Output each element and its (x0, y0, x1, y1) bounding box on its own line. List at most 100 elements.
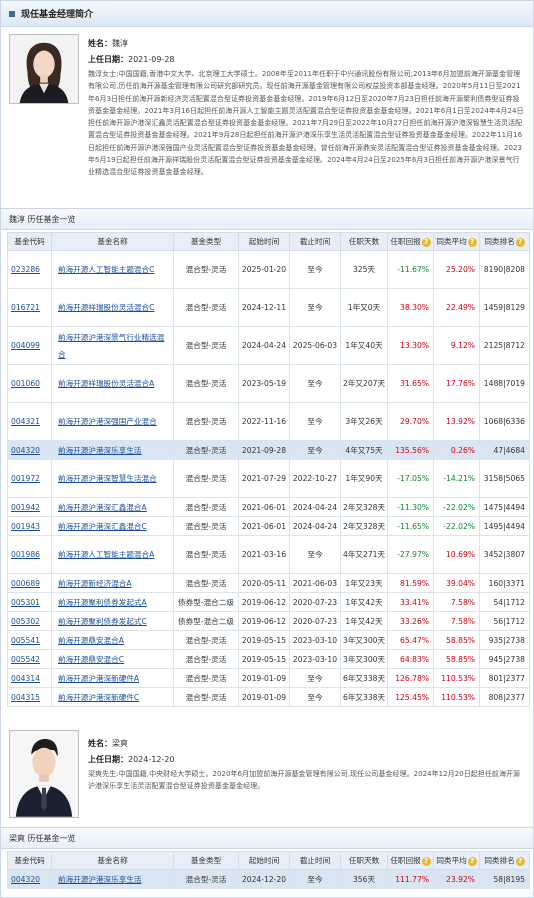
tenure-return: 126.78% (387, 668, 434, 688)
fund-code-link[interactable]: 005301 (7, 592, 52, 612)
peer-average: 110.53% (433, 668, 480, 688)
fund-name-link[interactable]: 前海开源聚利债券发起式A (51, 592, 174, 612)
fund-name-link[interactable]: 前海开源祥瑞股份灵活混合A (51, 364, 174, 403)
start-date: 2021-09-28 (128, 55, 175, 64)
fund-name-link[interactable]: 前海开源祥瑞股份灵活混合C (51, 288, 174, 327)
fund-name-link[interactable]: 前海开源沪港深乐享生活 (51, 440, 174, 460)
fund-code-link[interactable]: 001060 (7, 364, 52, 403)
fund-type: 混合型-灵活 (173, 687, 239, 707)
question-icon[interactable]: ? (515, 237, 525, 247)
fund-name-link[interactable]: 前海开源人工智能主题混合C (51, 250, 174, 289)
tenure-days: 1年又42天 (340, 611, 388, 631)
tenure-days: 356天 (340, 869, 388, 889)
fund-code-link[interactable]: 005541 (7, 630, 52, 650)
fund-code-link[interactable]: 004315 (7, 687, 52, 707)
column-header: 基金类型 (173, 851, 239, 870)
fund-name-link[interactable]: 前海开源沪港深智慧生活混合 (51, 459, 174, 498)
fund-name-link[interactable]: 前海开源沪港深汇鑫混合C (51, 516, 174, 536)
fund-name-link[interactable]: 前海开源人工智能主题混合A (51, 535, 174, 574)
end-date: 2022-10-27 (289, 459, 341, 498)
panel-title: 现任基金经理简介 (21, 10, 94, 20)
fund-code-link[interactable]: 023286 (7, 250, 52, 289)
end-date: 至今 (289, 440, 341, 460)
tenure-return: 125.45% (387, 687, 434, 707)
start-date: 2024-12-20 (128, 755, 175, 764)
start-date: 2019-01-09 (238, 668, 290, 688)
fund-name-link[interactable]: 前海开源聚利债券发起式C (51, 611, 174, 631)
end-date: 至今 (289, 535, 341, 574)
column-header: 任职天数 (340, 232, 388, 251)
fund-code-link[interactable]: 004314 (7, 668, 52, 688)
fund-code-link[interactable]: 001942 (7, 497, 52, 517)
fund-code-link[interactable]: 004320 (7, 440, 52, 460)
column-header-label: 基金代码 (14, 237, 45, 246)
fund-name-link[interactable]: 前海开源沪港深景气行业精选混合 (51, 326, 174, 365)
manager-portrait-icon (10, 731, 78, 817)
manager-name: 梁爽 (112, 739, 128, 748)
end-date: 至今 (289, 402, 341, 441)
fund-code-link[interactable]: 000689 (7, 573, 52, 593)
fund-type: 混合型-灵活 (173, 364, 239, 403)
manager-profile-1: 姓名：魏淳 上任日期：2021-09-28 魏淳女士:中国国籍,香港中文大学、北… (1, 28, 533, 206)
fund-code-link[interactable]: 004321 (7, 402, 52, 441)
column-header-label: 任职天数 (348, 237, 380, 246)
tenure-days: 3年又26天 (340, 402, 388, 441)
panel-header: 现任基金经理简介 (1, 1, 533, 27)
history-table: 基金代码 基金名称 基金类型 起始时间 截止时间 任职天数 任职回报? 同类平均? 同类排名? … (7, 851, 530, 889)
end-date: 2020-07-23 (289, 592, 341, 612)
tenure-days: 2年又328天 (340, 516, 388, 536)
fund-type: 混合型-灵活 (173, 649, 239, 669)
table-row: 023286 前海开源人工智能主题混合C 混合型-灵活 2025-01-20 至今 325… (7, 250, 530, 289)
fund-name-link[interactable]: 前海开源沪港深乐享生活 (51, 869, 174, 889)
history-table: 基金代码 基金名称 基金类型 起始时间 截止时间 任职天数 任职回报? 同类平均? 同类排名? … (7, 232, 530, 707)
fund-code-link[interactable]: 004099 (7, 326, 52, 365)
column-header: 任职回报? (387, 232, 434, 251)
question-icon[interactable]: ? (467, 856, 477, 866)
fund-name-link[interactable]: 前海开源鼎安混合C (51, 649, 174, 669)
tenure-days: 1年又40天 (340, 326, 388, 365)
fund-code-link[interactable]: 004320 (7, 869, 52, 889)
fund-code-link[interactable]: 005542 (7, 649, 52, 669)
tenure-return: 38.30% (387, 288, 434, 327)
table-row: 005541 前海开源鼎安混合A 混合型-灵活 2019-05-15 2023-03-1… (7, 630, 530, 650)
fund-name-link[interactable]: 前海开源沪港深汇鑫混合A (51, 497, 174, 517)
end-date: 2023-03-10 (289, 649, 341, 669)
fund-code-link[interactable]: 001943 (7, 516, 52, 536)
question-icon[interactable]: ? (421, 856, 431, 866)
fund-type: 混合型-灵活 (173, 402, 239, 441)
tenure-return: 65.47% (387, 630, 434, 650)
fund-name-link[interactable]: 前海开源新经济混合A (51, 573, 174, 593)
question-icon[interactable]: ? (515, 856, 525, 866)
table-row: 000689 前海开源新经济混合A 混合型-灵活 2020-05-11 2021-06-… (7, 573, 530, 593)
peer-average: -22.02% (433, 497, 480, 517)
end-date: 2024-04-24 (289, 497, 341, 517)
peer-average: 7.58% (433, 611, 480, 631)
tenure-days: 1年又0天 (340, 288, 388, 327)
table-row: 004320 前海开源沪港深乐享生活 混合型-灵活 2024-12-20 至今 356天 1… (7, 869, 530, 889)
table-row: 001986 前海开源人工智能主题混合A 混合型-灵活 2021-03-16 至今 4年又… (7, 535, 530, 574)
fund-name-link[interactable]: 前海开源沪港深强国产业混合 (51, 402, 174, 441)
start-date: 2019-05-15 (238, 649, 290, 669)
question-icon[interactable]: ? (467, 237, 477, 247)
fund-name-link[interactable]: 前海开源沪港深新硬件A (51, 668, 174, 688)
fund-type: 混合型-灵活 (173, 250, 239, 289)
fund-code-link[interactable]: 016721 (7, 288, 52, 327)
question-icon[interactable]: ? (421, 237, 431, 247)
manager-profile-2: 姓名：梁爽 上任日期：2024-12-20 梁爽先生:中国国籍,中央财经大学硕士… (1, 728, 533, 820)
fund-name-link[interactable]: 前海开源鼎安混合A (51, 630, 174, 650)
tenure-return: -27.97% (387, 535, 434, 574)
end-date: 2021-06-03 (289, 573, 341, 593)
column-header: 同类排名? (479, 851, 530, 870)
peer-rank: 56|1712 (479, 611, 530, 631)
tenure-return: 135.56% (387, 440, 434, 460)
fund-code-link[interactable]: 005302 (7, 611, 52, 631)
peer-rank: 808|2377 (479, 687, 530, 707)
peer-average: -22.02% (433, 516, 480, 536)
column-header: 同类排名? (479, 232, 530, 251)
tenure-days: 1年又42天 (340, 592, 388, 612)
peer-rank: 3452|3807 (479, 535, 530, 574)
fund-code-link[interactable]: 001972 (7, 459, 52, 498)
fund-code-link[interactable]: 001986 (7, 535, 52, 574)
fund-name-link[interactable]: 前海开源沪港深新硬件C (51, 687, 174, 707)
table-row: 005301 前海开源聚利债券发起式A 债券型-混合二级 2019-06-12 2020… (7, 592, 530, 612)
